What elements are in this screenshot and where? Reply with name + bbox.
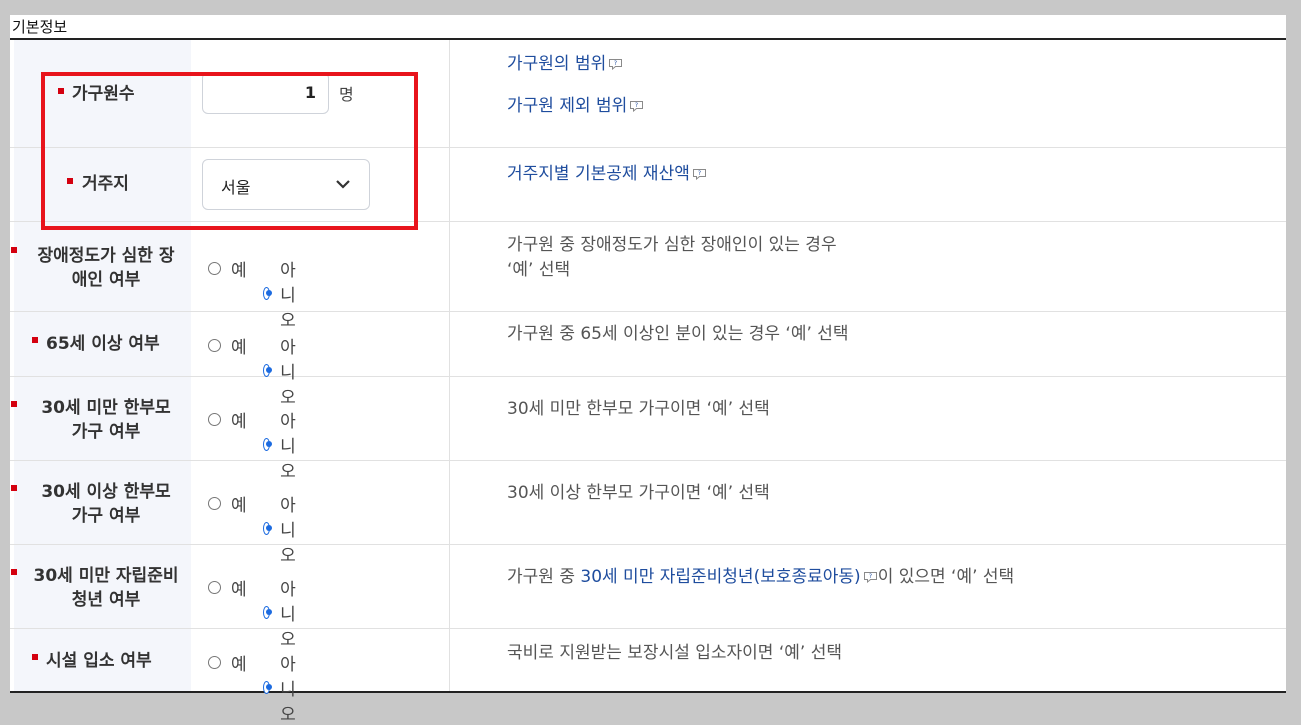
description-line: 가구원 중 장애정도가 심한 장애인이 있는 경우: [507, 235, 837, 255]
radio-label: 아니오: [280, 580, 296, 650]
radio-label: 아니오: [280, 261, 296, 331]
bottom-divider: [10, 691, 1286, 693]
row-divider: [10, 460, 1286, 461]
label-line: 장애정도가 심한 장: [37, 246, 175, 266]
independent-youth-link[interactable]: 30세 미만 자립준비청년(보호종료아동): [580, 567, 860, 587]
row-divider: [10, 311, 1286, 312]
household-exclusion-link[interactable]: 가구원 제외 범위: [507, 96, 627, 116]
radio-label: 아니오: [280, 412, 296, 482]
radio-yes[interactable]: 예: [208, 650, 247, 675]
radio-label: 예: [231, 580, 247, 600]
column-divider: [449, 40, 450, 691]
radio-button[interactable]: [208, 581, 221, 594]
label-line: 30세 미만 한부모: [41, 398, 171, 418]
description-text: 가구원 중: [507, 567, 581, 587]
radio-button[interactable]: [208, 656, 221, 669]
disability-label: 장애정도가 심한 장 애인 여부: [20, 244, 192, 292]
facility-resident-label: 시설 입소 여부: [46, 651, 152, 671]
row-divider: [10, 628, 1286, 629]
radio-label: 예: [231, 655, 247, 675]
single-parent-under-30-description: 30세 미만 한부모 가구이면 ‘예’ 선택: [507, 399, 770, 419]
residence-links: 거주지별 기본공제 재산액?: [507, 162, 707, 187]
required-marker: [11, 401, 17, 407]
radio-no[interactable]: 아니오: [263, 575, 302, 650]
single-parent-under-30-label: 30세 미만 한부모 가구 여부: [20, 396, 192, 444]
residence-deduction-link[interactable]: 거주지별 기본공제 재산액: [507, 164, 690, 184]
radio-button-selected[interactable]: [263, 522, 273, 535]
radio-label: 아니오: [280, 655, 296, 725]
radio-label: 예: [231, 496, 247, 516]
radio-button[interactable]: [208, 413, 221, 426]
label-line: 30세 미만 자립준비: [33, 566, 179, 586]
radio-label: 아니오: [280, 338, 296, 408]
row-divider: [10, 544, 1286, 545]
help-bubble-icon[interactable]: ?: [608, 58, 623, 70]
single-parent-over-30-label: 30세 이상 한부모 가구 여부: [20, 480, 192, 528]
independent-youth-label: 30세 미만 자립준비 청년 여부: [20, 564, 192, 612]
radio-label: 예: [231, 412, 247, 432]
description-line: ‘예’ 선택: [507, 260, 571, 280]
description-text: 이 있으면 ‘예’ 선택: [877, 567, 1015, 587]
radio-label: 아니오: [280, 496, 296, 566]
required-marker: [11, 247, 17, 253]
radio-button-selected[interactable]: [263, 606, 273, 619]
over-65-description: 가구원 중 65세 이상인 분이 있는 경우 ‘예’ 선택: [507, 324, 849, 344]
required-marker: [32, 654, 38, 660]
radio-button[interactable]: [208, 262, 221, 275]
svg-text:?: ?: [635, 102, 638, 109]
section-title: 기본정보: [12, 18, 68, 36]
basic-info-panel: 기본정보 가구원수 1 명 가구원의 범위? 가구원 제외 범위? 거주지 서울…: [10, 15, 1286, 725]
radio-button[interactable]: [208, 497, 221, 510]
disability-description: 가구원 중 장애정도가 심한 장애인이 있는 경우 ‘예’ 선택: [507, 233, 837, 283]
svg-text:?: ?: [614, 60, 617, 67]
label-line: 30세 이상 한부모: [41, 482, 171, 502]
help-bubble-icon[interactable]: ?: [692, 168, 707, 180]
radio-no[interactable]: 아니오: [263, 491, 302, 566]
label-line: 애인 여부: [71, 270, 141, 290]
radio-button-selected[interactable]: [263, 438, 273, 451]
household-exclusion-links: 가구원 제외 범위?: [507, 94, 644, 119]
radio-label: 예: [231, 338, 247, 358]
help-bubble-icon[interactable]: ?: [629, 100, 644, 112]
label-line: 청년 여부: [71, 590, 141, 610]
single-parent-over-30-description: 30세 이상 한부모 가구이면 ‘예’ 선택: [507, 483, 770, 503]
over-65-label: 65세 이상 여부: [46, 334, 160, 354]
radio-no[interactable]: 아니오: [263, 650, 302, 725]
radio-no[interactable]: 아니오: [263, 256, 302, 331]
label-line: 가구 여부: [71, 506, 141, 526]
radio-yes[interactable]: 예: [208, 407, 247, 432]
radio-button-selected[interactable]: [263, 681, 273, 694]
radio-yes[interactable]: 예: [208, 256, 247, 281]
radio-yes[interactable]: 예: [208, 491, 247, 516]
radio-no[interactable]: 아니오: [263, 333, 302, 408]
radio-button[interactable]: [208, 339, 221, 352]
radio-yes[interactable]: 예: [208, 575, 247, 600]
svg-text:?: ?: [869, 573, 872, 580]
facility-resident-description: 국비로 지원받는 보장시설 입소자이면 ‘예’ 선택: [507, 643, 842, 663]
radio-no[interactable]: 아니오: [263, 407, 302, 482]
title-divider: [10, 38, 1286, 40]
radio-button-selected[interactable]: [263, 287, 273, 300]
highlight-box: [41, 72, 418, 230]
required-marker: [11, 485, 17, 491]
row-divider: [10, 376, 1286, 377]
help-bubble-icon[interactable]: ?: [863, 571, 878, 583]
svg-text:?: ?: [698, 170, 701, 177]
radio-yes[interactable]: 예: [208, 333, 247, 358]
required-marker: [32, 337, 38, 343]
household-links: 가구원의 범위?: [507, 52, 623, 77]
radio-button-selected[interactable]: [263, 364, 273, 377]
radio-label: 예: [231, 261, 247, 281]
independent-youth-description: 가구원 중 30세 미만 자립준비청년(보호종료아동)? 이 있으면 ‘예’ 선택: [507, 565, 1014, 590]
required-marker: [11, 569, 17, 575]
label-line: 가구 여부: [71, 422, 141, 442]
household-scope-link[interactable]: 가구원의 범위: [507, 54, 606, 74]
